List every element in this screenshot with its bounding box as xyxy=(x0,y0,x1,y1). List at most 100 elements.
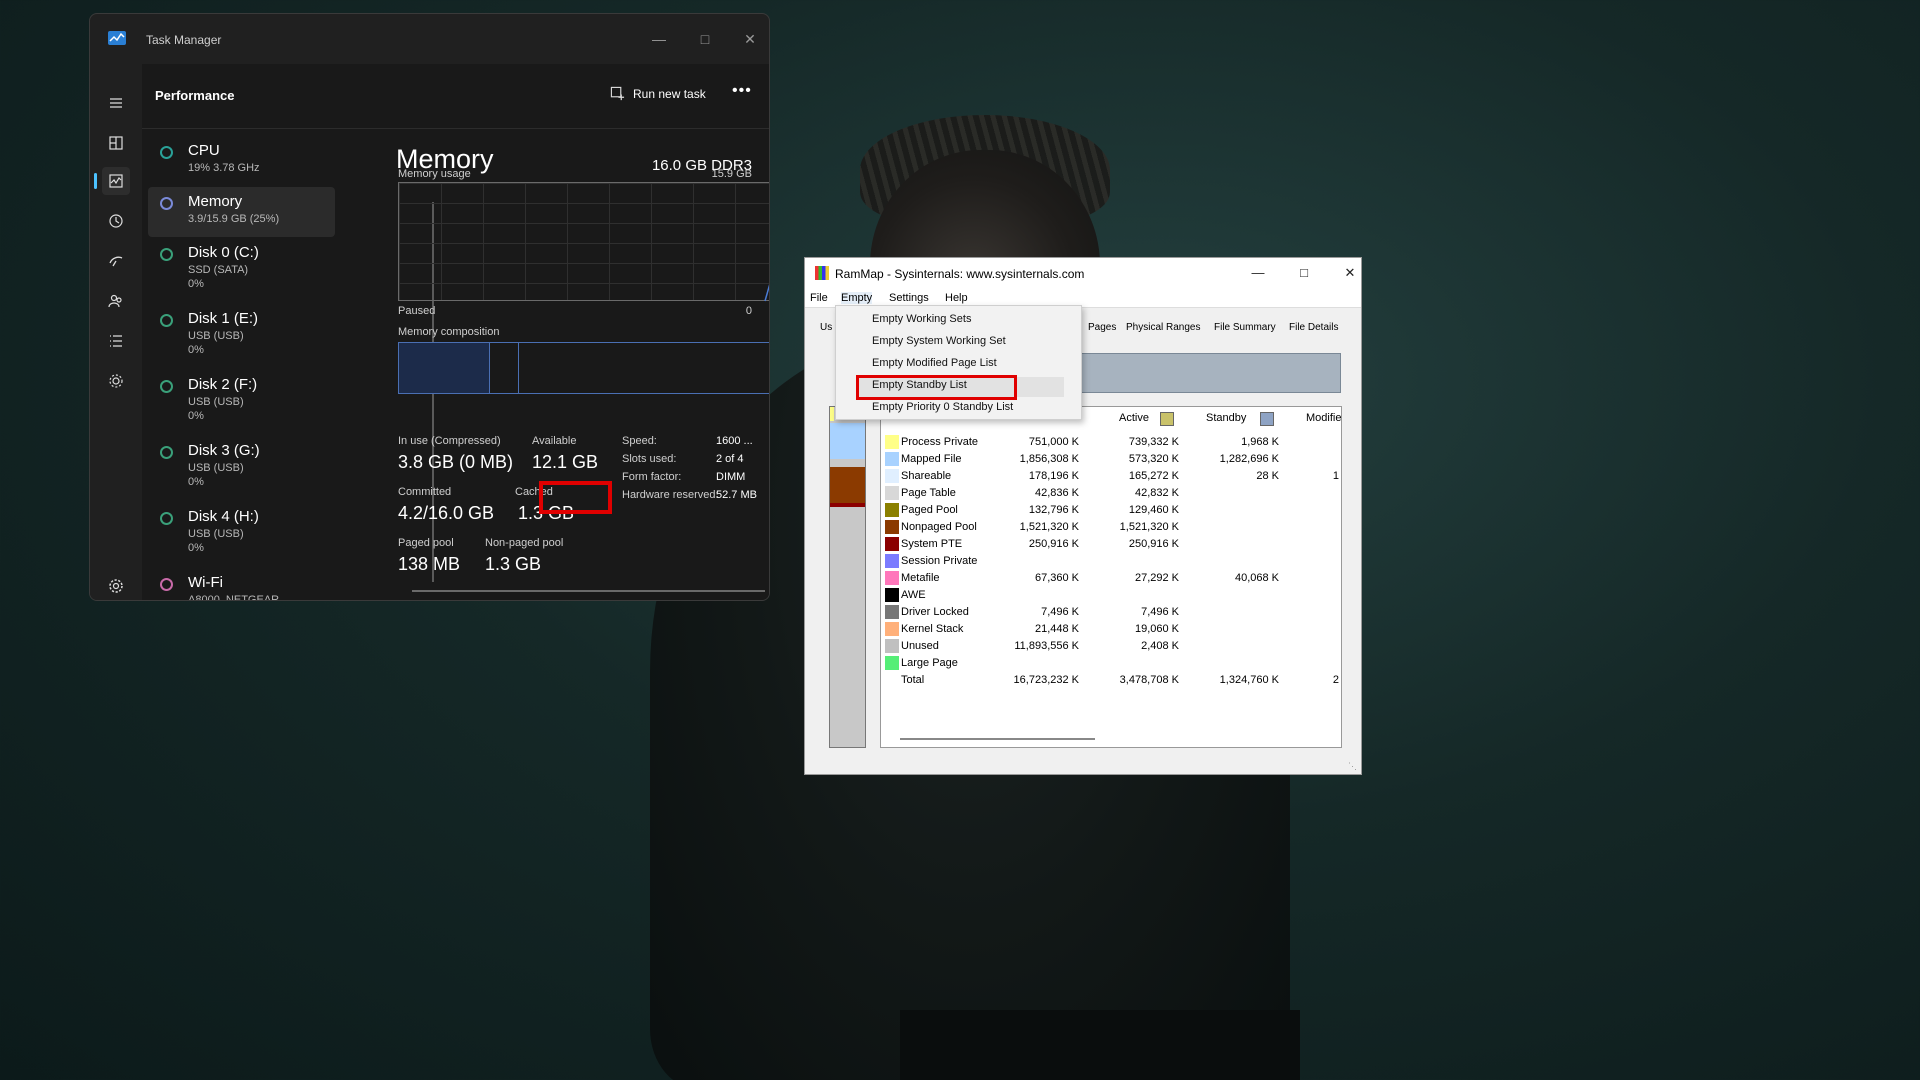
cached-highlight-box xyxy=(539,481,612,514)
performance-icon[interactable] xyxy=(102,167,130,195)
table-row[interactable]: Kernel Stack 21,448 K 19,060 K xyxy=(881,621,1341,638)
close-button[interactable]: ✕ xyxy=(735,26,765,52)
rammap-title-bar[interactable]: RamMap - Sysinternals: www.sysinternals.… xyxy=(805,258,1361,288)
row-total: 7,496 K xyxy=(1041,606,1079,618)
table-horizontal-scrollbar[interactable] xyxy=(900,738,1095,740)
tab-use-counts[interactable]: Us xyxy=(820,322,832,333)
table-row[interactable]: Metafile 67,360 K 27,292 K 40,068 K xyxy=(881,570,1341,587)
menu-help[interactable]: Help xyxy=(945,292,968,304)
committed-label: Committed xyxy=(398,486,452,498)
tab-physical-ranges[interactable]: Physical Ranges xyxy=(1126,322,1200,333)
committed-value: 4.2/16.0 GB xyxy=(398,503,495,523)
sidebar-item-disk-4-h[interactable]: Disk 4 (H:) USB (USB) 0% xyxy=(148,502,335,554)
column-active[interactable]: Active xyxy=(1119,412,1149,424)
sidebar-item-usage: 0% xyxy=(188,278,204,290)
details-icon[interactable] xyxy=(102,327,130,355)
app-history-icon[interactable] xyxy=(102,207,130,235)
row-total: 132,796 K xyxy=(1028,504,1079,516)
table-row[interactable]: System PTE 250,916 K 250,916 K xyxy=(881,536,1341,553)
sidebar-item-disk-2-f[interactable]: Disk 2 (F:) USB (USB) 0% xyxy=(148,370,335,422)
row-name: Driver Locked xyxy=(901,606,969,618)
horizontal-scrollbar[interactable] xyxy=(412,590,765,592)
table-row[interactable]: Page Table 42,836 K 42,832 K xyxy=(881,485,1341,502)
speed-value: 1600 ... xyxy=(716,435,753,447)
users-icon[interactable] xyxy=(102,287,130,315)
menu-settings[interactable]: Settings xyxy=(889,292,929,304)
table-row[interactable]: Nonpaged Pool 1,521,320 K 1,521,320 K xyxy=(881,519,1341,536)
tab-pages[interactable]: Pages xyxy=(1088,322,1116,333)
sidebar-item-name: Disk 4 (H:) xyxy=(188,508,259,525)
startup-apps-icon[interactable] xyxy=(102,247,130,275)
menu-item-empty-system-working-set[interactable]: Empty System Working Set xyxy=(872,335,1006,347)
sidebar-item-memory[interactable]: Memory 3.9/15.9 GB (25%) xyxy=(148,187,335,237)
sidebar-item-wi-fi[interactable]: Wi-Fi A8000_NETGEAR xyxy=(148,568,335,600)
page-title: Performance xyxy=(155,88,235,103)
memory-usage-max: 15.9 GB xyxy=(711,168,752,180)
sidebar-item-cpu[interactable]: CPU 19% 3.78 GHz xyxy=(148,136,335,186)
row-name: System PTE xyxy=(901,538,963,550)
wallpaper-figure-hair xyxy=(860,115,1110,225)
table-row[interactable]: Total 16,723,232 K 3,478,708 K 1,324,760 K 2 xyxy=(881,672,1341,689)
table-row[interactable]: Shareable 178,196 K 165,272 K 28 K 1 xyxy=(881,468,1341,485)
menu-item-empty-priority-0-standby-list[interactable]: Empty Priority 0 Standby List xyxy=(872,401,1013,413)
minimize-button[interactable]: — xyxy=(644,26,674,52)
table-row[interactable]: Large Page xyxy=(881,655,1341,672)
usage-vertical-bar xyxy=(829,406,866,748)
processes-icon[interactable] xyxy=(102,129,130,157)
run-new-task-button[interactable]: Run new task xyxy=(610,86,706,101)
table-row[interactable]: Session Private xyxy=(881,553,1341,570)
table-row[interactable]: Unused 11,893,556 K 2,408 K xyxy=(881,638,1341,655)
row-color-swatch xyxy=(885,486,899,500)
row-standby: 28 K xyxy=(1256,470,1279,482)
menu-item-empty-working-sets[interactable]: Empty Working Sets xyxy=(872,313,971,325)
status-dot-icon xyxy=(160,380,173,393)
slots-used-value: 2 of 4 xyxy=(716,453,744,465)
sidebar-item-usage: 0% xyxy=(188,344,204,356)
table-row[interactable]: Mapped File 1,856,308 K 573,320 K 1,282,696… xyxy=(881,451,1341,468)
column-modified[interactable]: Modifie xyxy=(1306,412,1341,424)
table-row[interactable]: Paged Pool 132,796 K 129,460 K xyxy=(881,502,1341,519)
row-name: Kernel Stack xyxy=(901,623,964,635)
menu-item-empty-modified-page-list[interactable]: Empty Modified Page List xyxy=(872,357,997,369)
memory-composition-bar xyxy=(398,342,769,394)
column-standby[interactable]: Standby xyxy=(1206,412,1246,424)
title-bar[interactable]: Task Manager — □ ✕ xyxy=(90,14,769,64)
row-standby: 40,068 K xyxy=(1234,572,1279,584)
paged-pool-value: 138 MB xyxy=(398,554,461,574)
hamburger-menu-icon[interactable] xyxy=(102,89,130,117)
table-row[interactable]: AWE xyxy=(881,587,1341,604)
sidebar-item-disk-3-g[interactable]: Disk 3 (G:) USB (USB) 0% xyxy=(148,436,335,488)
rammap-maximize-button[interactable]: □ xyxy=(1289,262,1319,284)
resize-grip-icon[interactable]: ⋱ xyxy=(1348,761,1358,771)
memory-usage-label: Memory usage xyxy=(398,168,471,180)
row-name: Total xyxy=(901,674,925,686)
maximize-button[interactable]: □ xyxy=(690,26,720,52)
tab-file-summary[interactable]: File Summary xyxy=(1214,322,1276,333)
row-color-swatch xyxy=(885,639,899,653)
speed-label: Speed: xyxy=(622,435,657,447)
row-color-swatch xyxy=(885,656,899,670)
sidebar-item-sub: 3.9/15.9 GB (25%) xyxy=(188,212,279,226)
run-new-task-label: Run new task xyxy=(633,86,706,101)
sidebar-item-name: Memory xyxy=(188,193,243,210)
table-row[interactable]: Driver Locked 7,496 K 7,496 K xyxy=(881,604,1341,621)
row-color-swatch xyxy=(885,520,899,534)
performance-sidebar: CPU 19% 3.78 GHz Memory 3.9/15.9 GB (25%) Di… xyxy=(142,130,342,600)
memory-panel: Memory 16.0 GB DDR3 Memory usage 15.9 GB… xyxy=(392,130,769,600)
row-total: 178,196 K xyxy=(1028,470,1079,482)
more-options-button[interactable]: ••• xyxy=(732,82,752,100)
row-total: 21,448 K xyxy=(1034,623,1079,635)
services-icon[interactable] xyxy=(102,367,130,395)
settings-gear-icon[interactable] xyxy=(102,572,130,600)
sidebar-item-disk-0-c[interactable]: Disk 0 (C:) SSD (SATA) 0% xyxy=(148,238,335,290)
rammap-close-button[interactable]: ✕ xyxy=(1335,262,1365,284)
sidebar-item-detail: USB (USB) xyxy=(188,330,244,342)
menu-file[interactable]: File xyxy=(810,292,828,304)
table-row[interactable]: Process Private 751,000 K 739,332 K 1,968 K xyxy=(881,434,1341,451)
row-color-swatch xyxy=(885,554,899,568)
rammap-minimize-button[interactable]: — xyxy=(1243,262,1273,284)
row-name: Nonpaged Pool xyxy=(901,521,977,533)
menu-empty[interactable]: Empty xyxy=(841,292,873,304)
sidebar-item-disk-1-e[interactable]: Disk 1 (E:) USB (USB) 0% xyxy=(148,304,335,356)
tab-file-details[interactable]: File Details xyxy=(1289,322,1338,333)
